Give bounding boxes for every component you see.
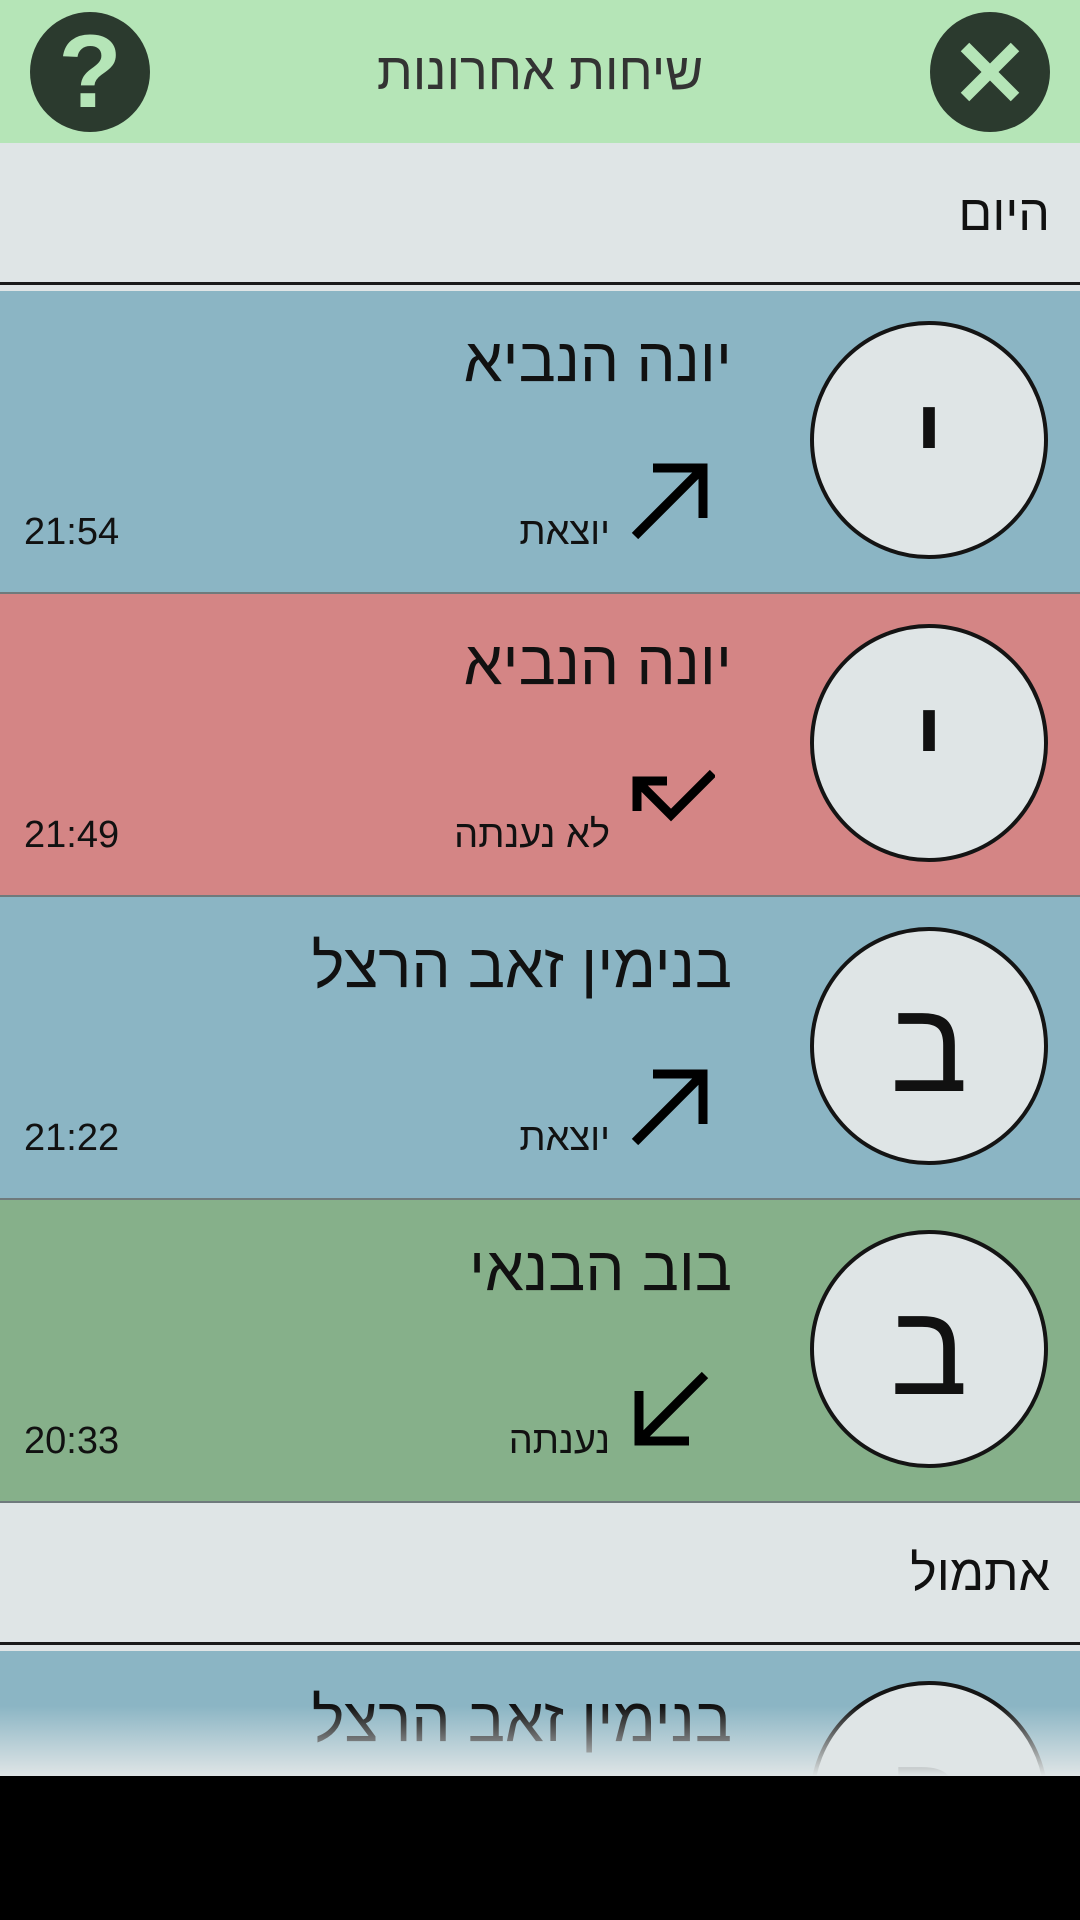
call-row[interactable]: ב בנימין זאב הרצל יוצאת 21:22 xyxy=(0,897,1080,1200)
avatar: ב xyxy=(810,1681,1048,1776)
avatar-initial: ב xyxy=(890,1276,968,1422)
call-row[interactable]: י יונה הנביא לא נענתה 21:49 xyxy=(0,594,1080,897)
call-direction-label: יוצאת xyxy=(519,1117,610,1159)
call-direction-label: נענתה xyxy=(508,1420,610,1462)
section-label: אתמול xyxy=(910,1544,1050,1601)
call-row[interactable]: ב בוב הבנאי נענתה 20:33 xyxy=(0,1200,1080,1503)
section-header-today: היום xyxy=(0,143,1080,285)
system-nav-bar xyxy=(0,1776,1080,1920)
page-title: שיחות אחרונות xyxy=(376,42,704,101)
help-button[interactable]: ? xyxy=(30,12,150,132)
missed-call-icon xyxy=(632,769,715,822)
contact-name: בוב הבנאי xyxy=(468,1235,732,1304)
question-icon: ? xyxy=(58,14,122,130)
avatar: י xyxy=(810,321,1048,559)
avatar: י xyxy=(810,624,1048,862)
call-row[interactable]: ב בנימין זאב הרצל xyxy=(0,1651,1080,1776)
close-icon xyxy=(960,42,1020,102)
contact-name: יונה הנביא xyxy=(463,326,732,395)
call-direction-label: יוצאת xyxy=(519,511,610,553)
call-time: 21:49 xyxy=(24,814,120,856)
outgoing-call-icon xyxy=(631,463,708,540)
avatar-initial: י xyxy=(912,670,946,816)
section-header-yesterday: אתמול xyxy=(0,1503,1080,1645)
avatar-initial: ב xyxy=(890,1735,968,1776)
call-direction-label: לא נענתה xyxy=(454,814,610,856)
call-log-list[interactable]: היום י יונה הנביא יוצאת 21:54 י יונה הנב… xyxy=(0,143,1080,1776)
contact-name: בנימין זאב הרצל xyxy=(311,1686,732,1755)
call-time: 21:54 xyxy=(24,511,120,553)
app-header: ? שיחות אחרונות xyxy=(0,0,1080,143)
call-time: 20:33 xyxy=(24,1420,120,1462)
incoming-call-icon xyxy=(634,1371,709,1446)
avatar: ב xyxy=(810,927,1048,1165)
avatar-initial: ב xyxy=(890,973,968,1119)
call-row[interactable]: י יונה הנביא יוצאת 21:54 xyxy=(0,291,1080,594)
recent-calls-screen: ? שיחות אחרונות היום י יונה הנביא יוצאת xyxy=(0,0,1080,1920)
outgoing-call-icon xyxy=(631,1069,708,1146)
contact-name: בנימין זאב הרצל xyxy=(311,932,732,1001)
call-time: 21:22 xyxy=(24,1117,120,1159)
contact-name: יונה הנביא xyxy=(463,629,732,698)
close-button[interactable] xyxy=(930,12,1050,132)
avatar-initial: י xyxy=(912,367,946,513)
section-label: היום xyxy=(958,184,1050,241)
avatar: ב xyxy=(810,1230,1048,1468)
